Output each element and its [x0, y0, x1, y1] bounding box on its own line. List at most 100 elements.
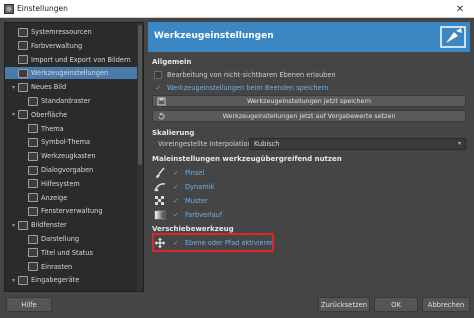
page-header: Werkzeugeinstellungen: [148, 22, 470, 52]
sidebar-item[interactable]: ▾ Bildfenster: [5, 219, 143, 231]
interface-icon: [18, 110, 28, 120]
sidebar-item[interactable]: Import und Export von Bildern: [5, 54, 143, 66]
option-edit-invisible-layers[interactable]: Bearbeitung von nicht-sichtbaren Ebenen …: [154, 69, 336, 80]
sidebar-item[interactable]: Thema: [5, 123, 143, 135]
image-window-icon: [18, 220, 28, 230]
dialog-defaults-icon: [28, 165, 38, 175]
save-tool-options-button[interactable]: Werkzeugeinstellungen jetzt speichern: [152, 95, 466, 107]
sidebar-item[interactable]: Standardraster: [5, 95, 143, 107]
sidebar-item-label: Oberfläche: [31, 110, 68, 119]
sidebar-item-label: Eingabegeräte: [31, 276, 80, 285]
sidebar-item-label: Import und Export von Bildern: [31, 55, 131, 64]
new-image-icon: [18, 82, 28, 92]
option-label: Muster: [185, 197, 208, 205]
dynamics-icon: [154, 183, 166, 192]
sidebar-item[interactable]: Werkzeugeinstellungen: [5, 67, 143, 80]
scrollbar-thumb[interactable]: [138, 25, 142, 165]
section-move-tool: Verschiebewerkzeug: [152, 225, 234, 233]
dropdown-arrow-icon: ▾: [457, 140, 461, 147]
sidebar-item-label: Neues Bild: [31, 83, 67, 92]
selected-value: Kubisch: [254, 140, 280, 148]
sidebar-item[interactable]: Fensterverwaltung: [5, 205, 143, 217]
memory-icon: [18, 27, 28, 37]
sidebar-item[interactable]: Anzeige: [5, 192, 143, 204]
sidebar-item[interactable]: ▾ Eingabegeräte: [5, 274, 143, 286]
sidebar-item[interactable]: Symbol-Thema: [5, 136, 143, 148]
option-save-on-exit[interactable]: ✓ Werkzeugeinstellungen beim Beenden spe…: [154, 82, 328, 93]
option-label: Pinsel: [185, 169, 205, 177]
sidebar-item[interactable]: Hilfesystem: [5, 178, 143, 190]
sidebar-item[interactable]: Systemressourcen: [5, 26, 143, 38]
option-label: Dynamik: [185, 183, 215, 191]
sidebar-item-label: Hilfesystem: [41, 179, 80, 188]
option-label: Farbverlauf: [185, 211, 223, 219]
ok-button[interactable]: OK: [374, 297, 418, 312]
snapping-icon: [28, 262, 38, 272]
appearance-icon: [28, 234, 38, 244]
option-label: Werkzeugeinstellungen beim Beenden speic…: [167, 83, 329, 92]
button-label: Werkzeugeinstellungen jetzt speichern: [246, 97, 372, 105]
input-devices-icon: [18, 275, 28, 285]
expander-arrow-icon[interactable]: ▾: [9, 277, 18, 284]
checkbox-checked[interactable]: ✓: [172, 169, 180, 177]
sidebar-item-label: Bildfenster: [31, 221, 67, 230]
section-skalierung: Skalierung: [152, 129, 195, 137]
cancel-button[interactable]: Abbrechen: [422, 297, 470, 312]
share-gradient-row[interactable]: ✓ Farbverlauf: [154, 208, 222, 222]
icon-theme-icon: [28, 137, 38, 147]
expander-arrow-icon[interactable]: ▾: [9, 84, 18, 91]
sidebar-item-label: Anzeige: [41, 193, 68, 202]
help-button[interactable]: Hilfe: [6, 297, 52, 312]
title-status-icon: [28, 248, 38, 258]
brush-icon: [156, 167, 165, 178]
main-panel: Werkzeugeinstellungen Allgemein Bearbeit…: [148, 22, 470, 292]
expander-arrow-icon[interactable]: ▾: [9, 222, 18, 229]
sidebar-item-label: Standardraster: [41, 97, 91, 105]
help-system-icon: [28, 179, 38, 189]
window-management-icon: [28, 206, 38, 216]
checkbox-checked[interactable]: ✓: [172, 211, 180, 219]
close-button[interactable]: ✕: [446, 0, 474, 18]
reset-button[interactable]: Zurücksetzen: [318, 297, 370, 312]
preferences-sidebar[interactable]: Systemressourcen Farbverwaltung Import und…: [4, 22, 144, 292]
display-icon: [28, 193, 38, 203]
share-pattern-row[interactable]: ✓ Muster: [154, 194, 208, 208]
sidebar-item-label: Darstellung: [41, 235, 80, 243]
sidebar-item[interactable]: ▾ Neues Bild: [5, 81, 143, 93]
sidebar-item-label: Titel und Status: [41, 248, 93, 257]
gradient-icon: [154, 210, 166, 220]
checkbox-unchecked[interactable]: [154, 70, 162, 79]
checkbox-checked[interactable]: ✓: [154, 84, 162, 92]
checkbox-checked[interactable]: ✓: [172, 183, 180, 191]
title-bar: Einstellungen ✕: [0, 0, 474, 18]
sidebar-item[interactable]: Einrasten: [5, 261, 143, 273]
sidebar-item-label: Fensterverwaltung: [41, 207, 103, 216]
share-brush-row[interactable]: ✓ Pinsel: [154, 166, 204, 180]
sidebar-item-label: Werkzeugeinstellungen: [31, 69, 109, 78]
expander-arrow-icon[interactable]: ▾: [9, 111, 18, 118]
page-title: Werkzeugeinstellungen: [154, 31, 274, 41]
save-icon: [157, 97, 166, 106]
import-export-icon: [18, 55, 28, 65]
sidebar-item-label: Symbol-Thema: [41, 138, 91, 147]
sidebar-item[interactable]: Werkzeugkasten: [5, 150, 143, 162]
sidebar-item-label: Dialogvorgaben: [41, 166, 94, 174]
highlight-annotation-box: [152, 233, 274, 252]
share-dynamics-row[interactable]: ✓ Dynamik: [154, 180, 214, 194]
checkbox-checked[interactable]: ✓: [172, 197, 180, 205]
sidebar-item[interactable]: Darstellung: [5, 233, 143, 245]
sidebar-item-label: Farbverwaltung: [31, 41, 83, 50]
interpolation-select[interactable]: Kubisch ▾: [249, 138, 466, 150]
window-title: Einstellungen: [17, 4, 68, 13]
pattern-icon: [155, 196, 164, 205]
sidebar-item-label: Werkzeugkasten: [41, 152, 96, 161]
gimp-app-icon: [4, 4, 14, 14]
sidebar-item[interactable]: Farbverwaltung: [5, 40, 143, 52]
sidebar-item[interactable]: Dialogvorgaben: [5, 164, 143, 176]
sidebar-item[interactable]: ▾ Oberfläche: [5, 109, 143, 121]
sidebar-item[interactable]: Titel und Status: [5, 247, 143, 259]
sidebar-scrollbar[interactable]: [137, 23, 143, 291]
section-allgemein: Allgemein: [152, 58, 192, 66]
reset-tool-options-button[interactable]: Werkzeugeinstellungen jetzt auf Vorgabew…: [152, 110, 466, 122]
tool-options-icon: [440, 26, 466, 48]
